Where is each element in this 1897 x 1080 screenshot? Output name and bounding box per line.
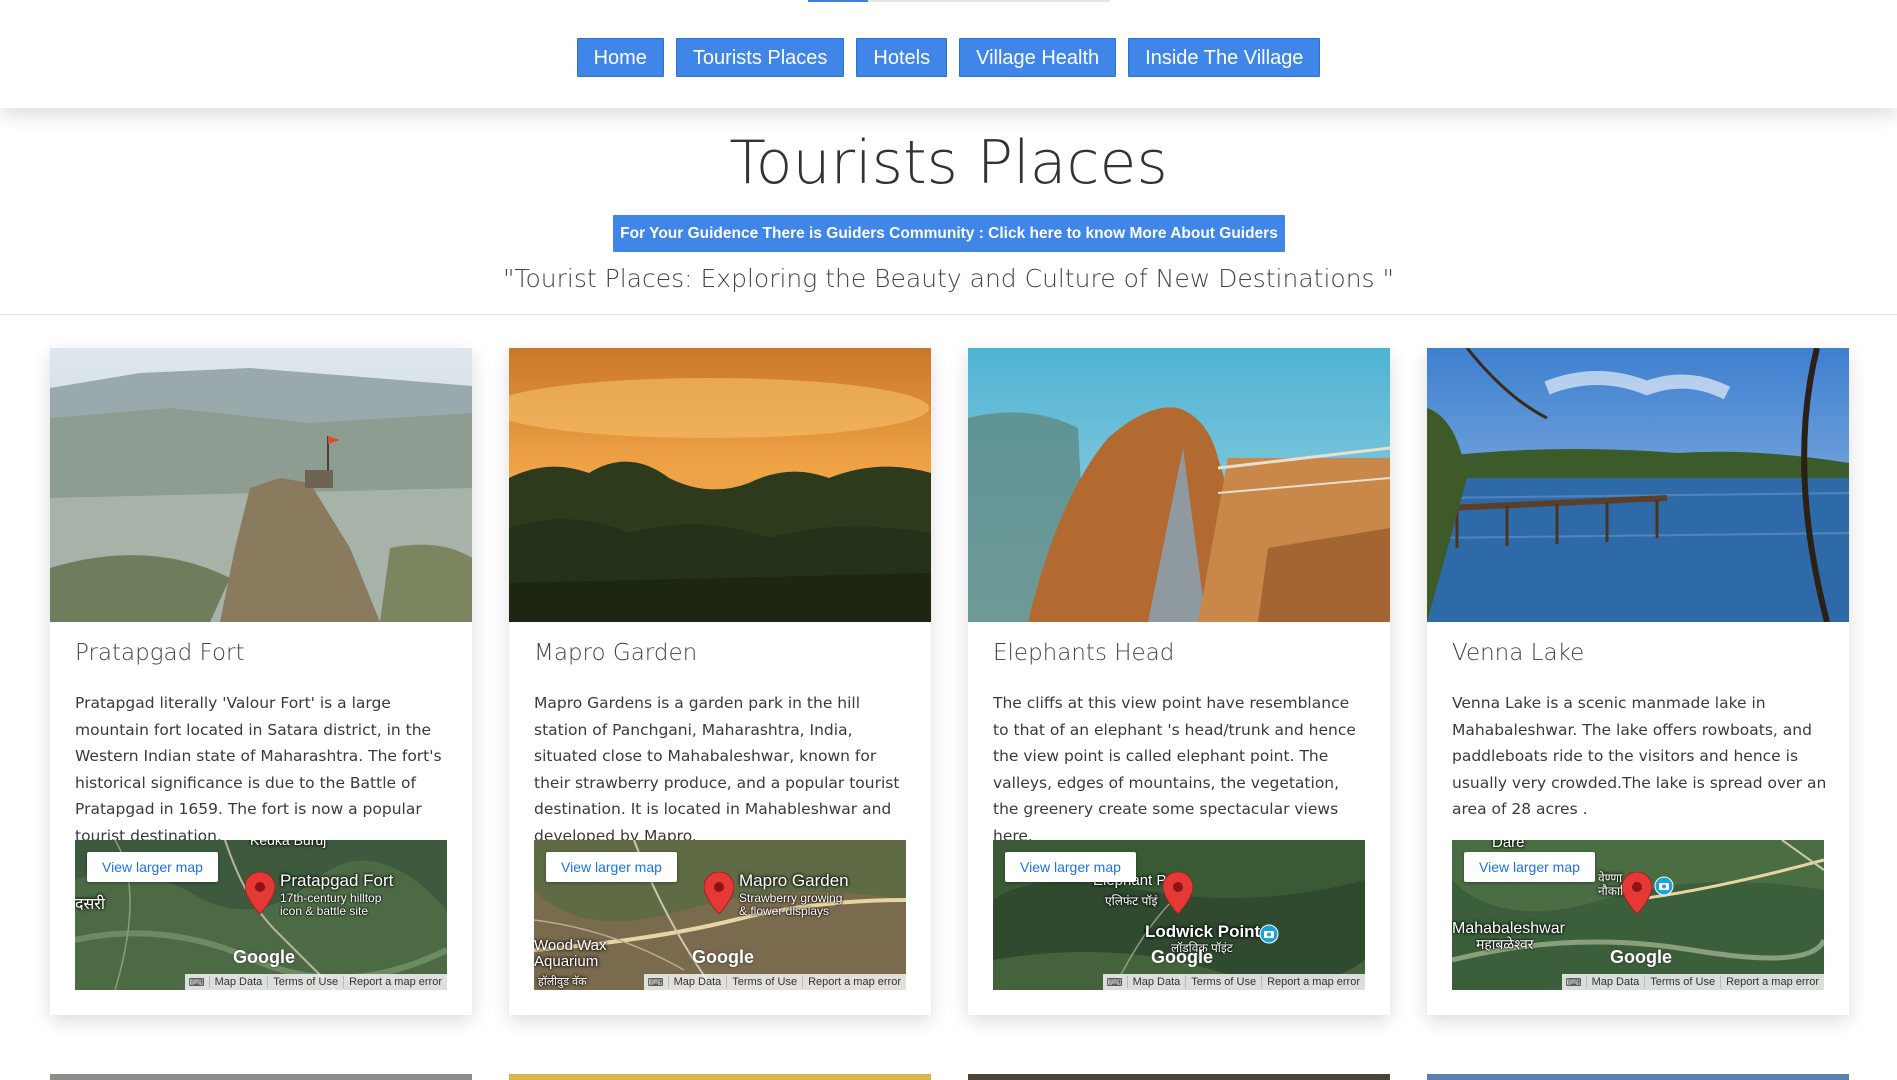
place-map[interactable]: Dare View larger map वेण्णा नौकाविहार Ma… xyxy=(1452,840,1824,990)
map-marker-icon[interactable] xyxy=(1163,872,1193,914)
keyboard-icon[interactable]: ⌨ xyxy=(185,976,209,989)
report-map-error-link[interactable]: Report a map error xyxy=(1720,976,1824,988)
map-label: हॉलीवुड वॅक xyxy=(538,976,587,988)
nav-inside-village-button[interactable]: Inside The Village xyxy=(1128,38,1321,77)
google-logo: Google xyxy=(233,947,295,967)
next-card-peek xyxy=(968,1074,1390,1080)
map-place-name: Pratapgad Fort xyxy=(280,871,394,890)
place-description: Pratapgad literally 'Valour Fort' is a l… xyxy=(75,694,442,845)
nav-hotels-button[interactable]: Hotels xyxy=(856,38,948,77)
google-logo: Google xyxy=(1151,947,1213,967)
view-larger-map-link[interactable]: View larger map xyxy=(1464,852,1595,882)
terms-of-use-link[interactable]: Terms of Use xyxy=(726,976,802,988)
place-description: The cliffs at this view point have resem… xyxy=(993,694,1356,845)
map-footer-bar: ⌨ Map Data Terms of Use Report a map err… xyxy=(1561,974,1824,990)
map-footer-bar: ⌨ Map Data Terms of Use Report a map err… xyxy=(184,974,447,990)
map-data-link[interactable]: Map Data xyxy=(1126,976,1186,988)
place-photo-mapro xyxy=(509,348,931,622)
terms-of-use-link[interactable]: Terms of Use xyxy=(267,976,343,988)
map-footer-bar: ⌨ Map Data Terms of Use Report a map err… xyxy=(1102,974,1365,990)
google-logo: Google xyxy=(1610,947,1672,967)
view-larger-map-link[interactable]: View larger map xyxy=(87,852,218,882)
map-data-link[interactable]: Map Data xyxy=(667,976,727,988)
google-logo: Google xyxy=(692,947,754,967)
place-description: Venna Lake is a scenic manmade lake in M… xyxy=(1452,694,1827,818)
section-divider xyxy=(0,314,1897,315)
place-card-pratapgad: Pratapgad Fort Pratapgad literally 'Valo… xyxy=(50,348,472,1015)
map-place-subtitle: महाबळेश्वर xyxy=(1476,936,1534,952)
keyboard-icon[interactable]: ⌨ xyxy=(1562,976,1586,989)
map-marker-icon[interactable] xyxy=(704,872,734,914)
map-footer-bar: ⌨ Map Data Terms of Use Report a map err… xyxy=(643,974,906,990)
map-data-link[interactable]: Map Data xyxy=(208,976,268,988)
map-label: Wood Wax Aquarium xyxy=(534,937,607,970)
place-title: Elephants Head xyxy=(993,640,1175,666)
map-label: दसरी xyxy=(75,896,106,913)
nav-menu: Home Tourists Places Hotels Village Heal… xyxy=(0,38,1897,77)
nav-home-button[interactable]: Home xyxy=(576,38,664,77)
nav-tourists-places-button[interactable]: Tourists Places xyxy=(675,38,845,77)
next-card-peek xyxy=(50,1074,472,1080)
map-label: एलिफंट पॉइं xyxy=(1105,894,1158,908)
report-map-error-link[interactable]: Report a map error xyxy=(802,976,906,988)
scroll-indicator xyxy=(808,0,1110,2)
map-place-subtitle: 17th-century hilltop icon & battle site xyxy=(280,891,382,918)
view-larger-map-link[interactable]: View larger map xyxy=(1005,852,1136,882)
next-card-peek xyxy=(509,1074,931,1080)
nav-village-health-button[interactable]: Village Health xyxy=(959,38,1117,77)
terms-of-use-link[interactable]: Terms of Use xyxy=(1185,976,1261,988)
keyboard-icon[interactable]: ⌨ xyxy=(644,976,668,989)
view-larger-map-link[interactable]: View larger map xyxy=(546,852,677,882)
map-place-subtitle: Strawberry growing & flower displays xyxy=(739,891,843,918)
page-tagline: "Tourist Places: Exploring the Beauty an… xyxy=(502,264,1395,293)
map-marker-icon[interactable] xyxy=(245,872,275,914)
page-title: Tourists Places xyxy=(729,128,1168,198)
keyboard-icon[interactable]: ⌨ xyxy=(1103,976,1127,989)
map-label: Kedka Buruj xyxy=(250,840,327,848)
place-map[interactable]: View larger map Mapro Garden Strawberry … xyxy=(534,840,906,990)
next-card-peek xyxy=(1427,1074,1849,1080)
report-map-error-link[interactable]: Report a map error xyxy=(1261,976,1365,988)
top-navbar: Home Tourists Places Hotels Village Heal… xyxy=(0,0,1897,108)
place-title: Venna Lake xyxy=(1452,640,1585,666)
place-card-venna-lake: Venna Lake Venna Lake is a scenic manmad… xyxy=(1427,348,1849,1015)
map-data-link[interactable]: Map Data xyxy=(1585,976,1645,988)
map-place-name: Mapro Garden xyxy=(739,871,849,890)
map-label: Dare xyxy=(1492,840,1525,851)
place-card-mapro: Mapro Garden Mapro Gardens is a garden p… xyxy=(509,348,931,1015)
terms-of-use-link[interactable]: Terms of Use xyxy=(1644,976,1720,988)
camera-icon[interactable] xyxy=(1654,876,1674,896)
camera-icon[interactable] xyxy=(1259,924,1279,944)
place-photo-pratapgad xyxy=(50,348,472,622)
place-title: Pratapgad Fort xyxy=(75,640,245,666)
map-place-name: Lodwick Point xyxy=(1145,922,1261,941)
place-photo-elephants-head xyxy=(968,348,1390,622)
place-title: Mapro Garden xyxy=(534,640,698,666)
place-card-elephants-head: Elephants Head The cliffs at this view p… xyxy=(968,348,1390,1015)
place-map[interactable]: Elephant Poin एलिफंट पॉइं View larger ma… xyxy=(993,840,1365,990)
map-marker-icon[interactable] xyxy=(1622,872,1652,914)
report-map-error-link[interactable]: Report a map error xyxy=(343,976,447,988)
place-photo-venna-lake xyxy=(1427,348,1849,622)
place-description: Mapro Gardens is a garden park in the hi… xyxy=(534,694,900,845)
guiders-community-button[interactable]: For Your Guidence There is Guiders Commu… xyxy=(613,215,1285,252)
place-map[interactable]: दसरी Kedka Buruj View larger map Pratapg… xyxy=(75,840,447,990)
